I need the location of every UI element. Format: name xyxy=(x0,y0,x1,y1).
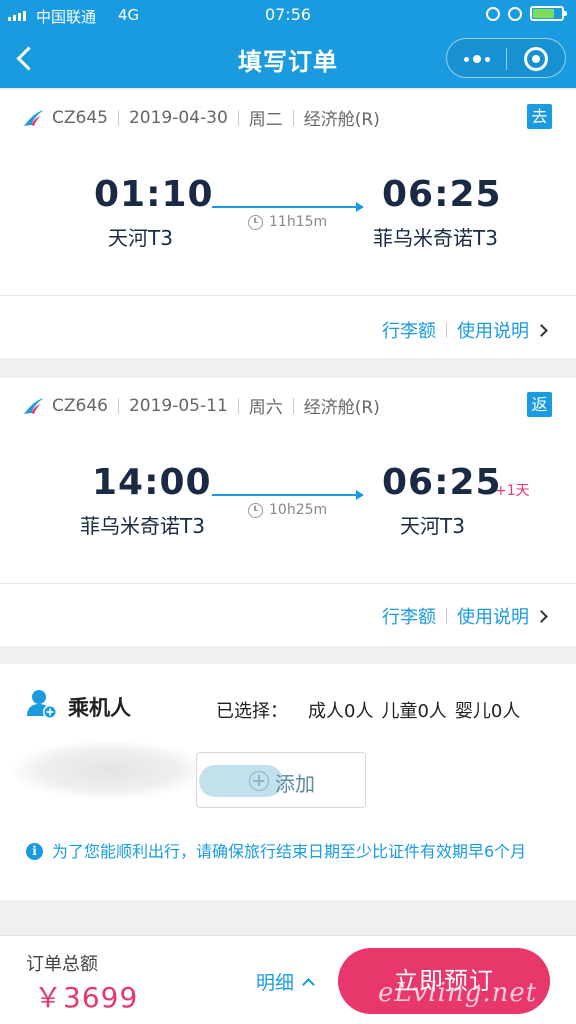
duration-text: 10h25m xyxy=(269,502,328,518)
close-mini-program-icon[interactable] xyxy=(524,47,548,71)
flight-card-outbound: CZ645 2019-04-30 周二 经济舱(R) 去 01:10 天河T3 … xyxy=(0,90,576,358)
battery-icon xyxy=(530,6,567,21)
arrival-time: 06:25 xyxy=(382,174,502,215)
baggage-link[interactable]: 行李额 xyxy=(382,603,436,629)
validity-notice: 为了您能顺利出行，请确保旅行结束日期至少比证件有效期早6个月 xyxy=(52,842,527,861)
arrival-station: 天河T3 xyxy=(400,514,465,538)
passenger-section-title: 乘机人 xyxy=(68,696,131,720)
watermark: eLvling.net xyxy=(378,978,538,1008)
redacted-area xyxy=(14,742,204,798)
selected-label: 已选择： xyxy=(216,701,288,722)
divider xyxy=(0,583,576,584)
arrival-time: 06:25 xyxy=(382,462,502,503)
rules-link[interactable]: 使用说明 xyxy=(457,603,529,629)
mini-program-capsule xyxy=(446,38,566,78)
direction-badge: 返 xyxy=(527,392,552,417)
baggage-link[interactable]: 行李额 xyxy=(382,317,436,343)
nav-bar: 填写订单 xyxy=(0,30,576,88)
order-total-label: 订单总额 xyxy=(26,954,98,975)
arrival-station: 菲乌米奇诺T3 xyxy=(373,226,498,250)
flight-duration: 11h15m xyxy=(248,214,327,230)
child-count: 儿童0人 xyxy=(381,701,447,722)
more-icon[interactable] xyxy=(461,52,493,66)
adult-count: 成人0人 xyxy=(308,701,374,722)
passenger-icon xyxy=(27,690,57,719)
flight-card-return: CZ646 2019-05-11 周六 经济舱(R) 返 14:00 菲乌米奇诺… xyxy=(0,378,576,646)
price-detail-button[interactable]: 明细 xyxy=(256,968,315,995)
passenger-counts: 成人0人 儿童0人 婴儿0人 xyxy=(308,697,520,723)
add-passenger-label: 添加 xyxy=(275,772,315,796)
flight-links: 行李额 使用说明 xyxy=(382,603,548,629)
flight-links: 行李额 使用说明 xyxy=(382,317,548,343)
route-arrow xyxy=(212,490,364,500)
departure-time: 14:00 xyxy=(92,462,212,503)
rules-link[interactable]: 使用说明 xyxy=(457,317,529,343)
route-arrow xyxy=(212,202,364,212)
duration-text: 11h15m xyxy=(269,214,328,230)
redacted-blur xyxy=(199,765,283,797)
status-bar: 中国联通 4G 07:56 xyxy=(0,0,576,30)
plus-circle-icon xyxy=(249,771,269,791)
flight-date: 2019-04-30 xyxy=(128,107,228,128)
infant-count: 婴儿0人 xyxy=(454,701,521,722)
flight-number: CZ645 xyxy=(52,107,108,128)
cabin-class: 经济舱(R) xyxy=(303,110,380,130)
airline-logo-icon xyxy=(24,398,44,414)
clock-icon xyxy=(248,214,263,230)
alarm-icon xyxy=(508,6,522,21)
flight-header: CZ646 2019-05-11 周六 经济舱(R) 返 xyxy=(0,378,576,434)
direction-badge: 去 xyxy=(527,104,552,129)
flight-number: CZ646 xyxy=(52,395,108,416)
flight-date: 2019-05-11 xyxy=(128,395,228,416)
system-icons xyxy=(486,6,567,21)
departure-station: 天河T3 xyxy=(108,226,173,250)
price-detail-label: 明细 xyxy=(256,972,295,994)
divider xyxy=(0,295,576,296)
airline-logo-icon xyxy=(24,110,44,126)
flight-header: CZ645 2019-04-30 周二 经济舱(R) 去 xyxy=(0,90,576,146)
clock-icon xyxy=(248,502,263,518)
departure-station: 菲乌米奇诺T3 xyxy=(80,514,205,538)
flight-weekday: 周六 xyxy=(248,398,283,418)
info-icon: i xyxy=(26,843,43,860)
order-total-value: ￥3699 xyxy=(34,981,139,1014)
flight-duration: 10h25m xyxy=(248,502,327,518)
flight-meta: CZ646 2019-05-11 周六 经济舱(R) xyxy=(52,393,380,419)
chevron-up-icon xyxy=(302,977,315,991)
flight-meta: CZ645 2019-04-30 周二 经济舱(R) xyxy=(52,105,380,131)
flight-weekday: 周二 xyxy=(248,110,283,130)
cabin-class: 经济舱(R) xyxy=(303,398,380,418)
chevron-right-icon xyxy=(535,609,548,623)
departure-time: 01:10 xyxy=(94,174,214,215)
add-passenger-button[interactable]: 添加 xyxy=(196,752,366,808)
next-day-indicator: +1天 xyxy=(495,483,530,499)
chevron-right-icon xyxy=(535,323,548,337)
rotation-lock-icon xyxy=(486,6,500,21)
